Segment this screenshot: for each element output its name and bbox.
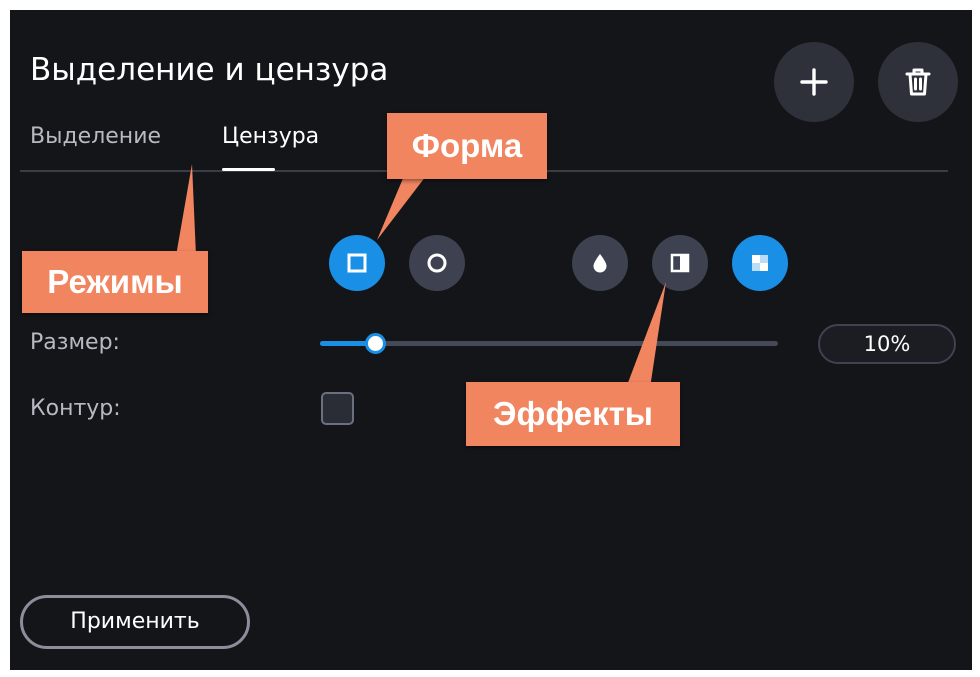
effects-callout-pointer — [626, 282, 666, 388]
effects-callout: Эффекты — [466, 382, 680, 446]
shape-callout: Форма — [387, 113, 547, 179]
modes-callout: Режимы — [22, 251, 208, 313]
callout-pointers — [176, 164, 666, 388]
modes-callout-pointer — [176, 164, 196, 256]
shape-callout-pointer — [377, 176, 426, 240]
